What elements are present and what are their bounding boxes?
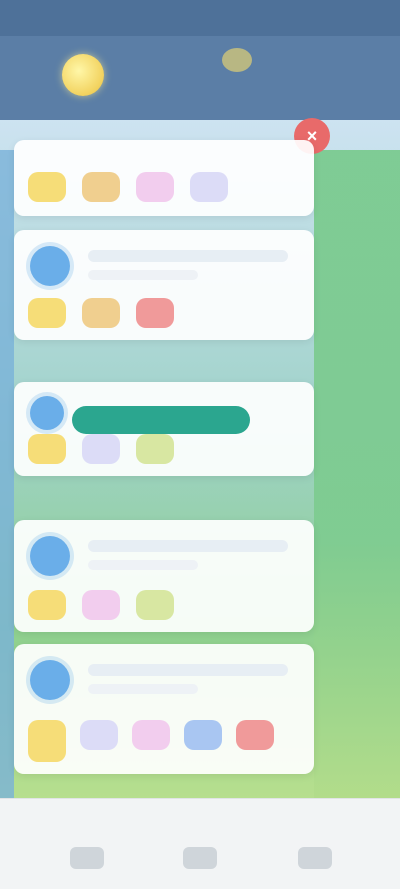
yellow-token-icon [28, 298, 66, 328]
orange-token-icon [82, 172, 120, 202]
list-card[interactable] [14, 230, 314, 340]
right-decor-strip [314, 150, 400, 800]
status-bar [0, 0, 400, 36]
back-icon[interactable] [298, 847, 332, 869]
card-tokens [28, 590, 174, 620]
card-subtitle [88, 684, 198, 694]
list-card[interactable] [14, 140, 314, 216]
list-card[interactable] [14, 644, 314, 774]
list-card[interactable] [14, 520, 314, 632]
avatar-icon [30, 536, 70, 576]
lavender-token-icon [190, 172, 228, 202]
yellow-token-icon [28, 434, 66, 464]
card-subtitle [88, 270, 198, 280]
red-token-icon [136, 298, 174, 328]
lavender-token-icon [80, 720, 118, 750]
yellow-token-icon [28, 720, 66, 762]
card-subtitle [88, 560, 198, 570]
red-token-icon [236, 720, 274, 750]
avatar-icon [30, 396, 64, 430]
orange-token-icon [82, 298, 120, 328]
recent-apps-icon[interactable] [70, 847, 104, 869]
card-title [88, 250, 288, 262]
green-token-icon [136, 434, 174, 464]
avatar-icon [30, 660, 70, 700]
card-title [88, 664, 288, 676]
card-title [88, 540, 288, 552]
action-button[interactable] [72, 406, 250, 434]
badge-icon [222, 48, 252, 72]
coin-icon[interactable] [62, 54, 104, 96]
home-icon[interactable] [183, 847, 217, 869]
system-nav-bar [0, 798, 400, 889]
pink-token-icon [136, 172, 174, 202]
pink-token-icon [132, 720, 170, 750]
blue-token-icon [184, 720, 222, 750]
card-tokens [28, 298, 174, 328]
green-token-icon [136, 590, 174, 620]
left-decor-strip [0, 150, 14, 800]
lavender-token-icon [82, 434, 120, 464]
yellow-token-icon [28, 590, 66, 620]
avatar-icon [30, 246, 70, 286]
header-bar [0, 36, 400, 120]
yellow-token-icon [28, 172, 66, 202]
card-tokens [28, 172, 228, 202]
card-tokens [28, 720, 274, 762]
card-tokens [28, 434, 174, 464]
pink-token-icon [82, 590, 120, 620]
list-card[interactable] [14, 382, 314, 476]
